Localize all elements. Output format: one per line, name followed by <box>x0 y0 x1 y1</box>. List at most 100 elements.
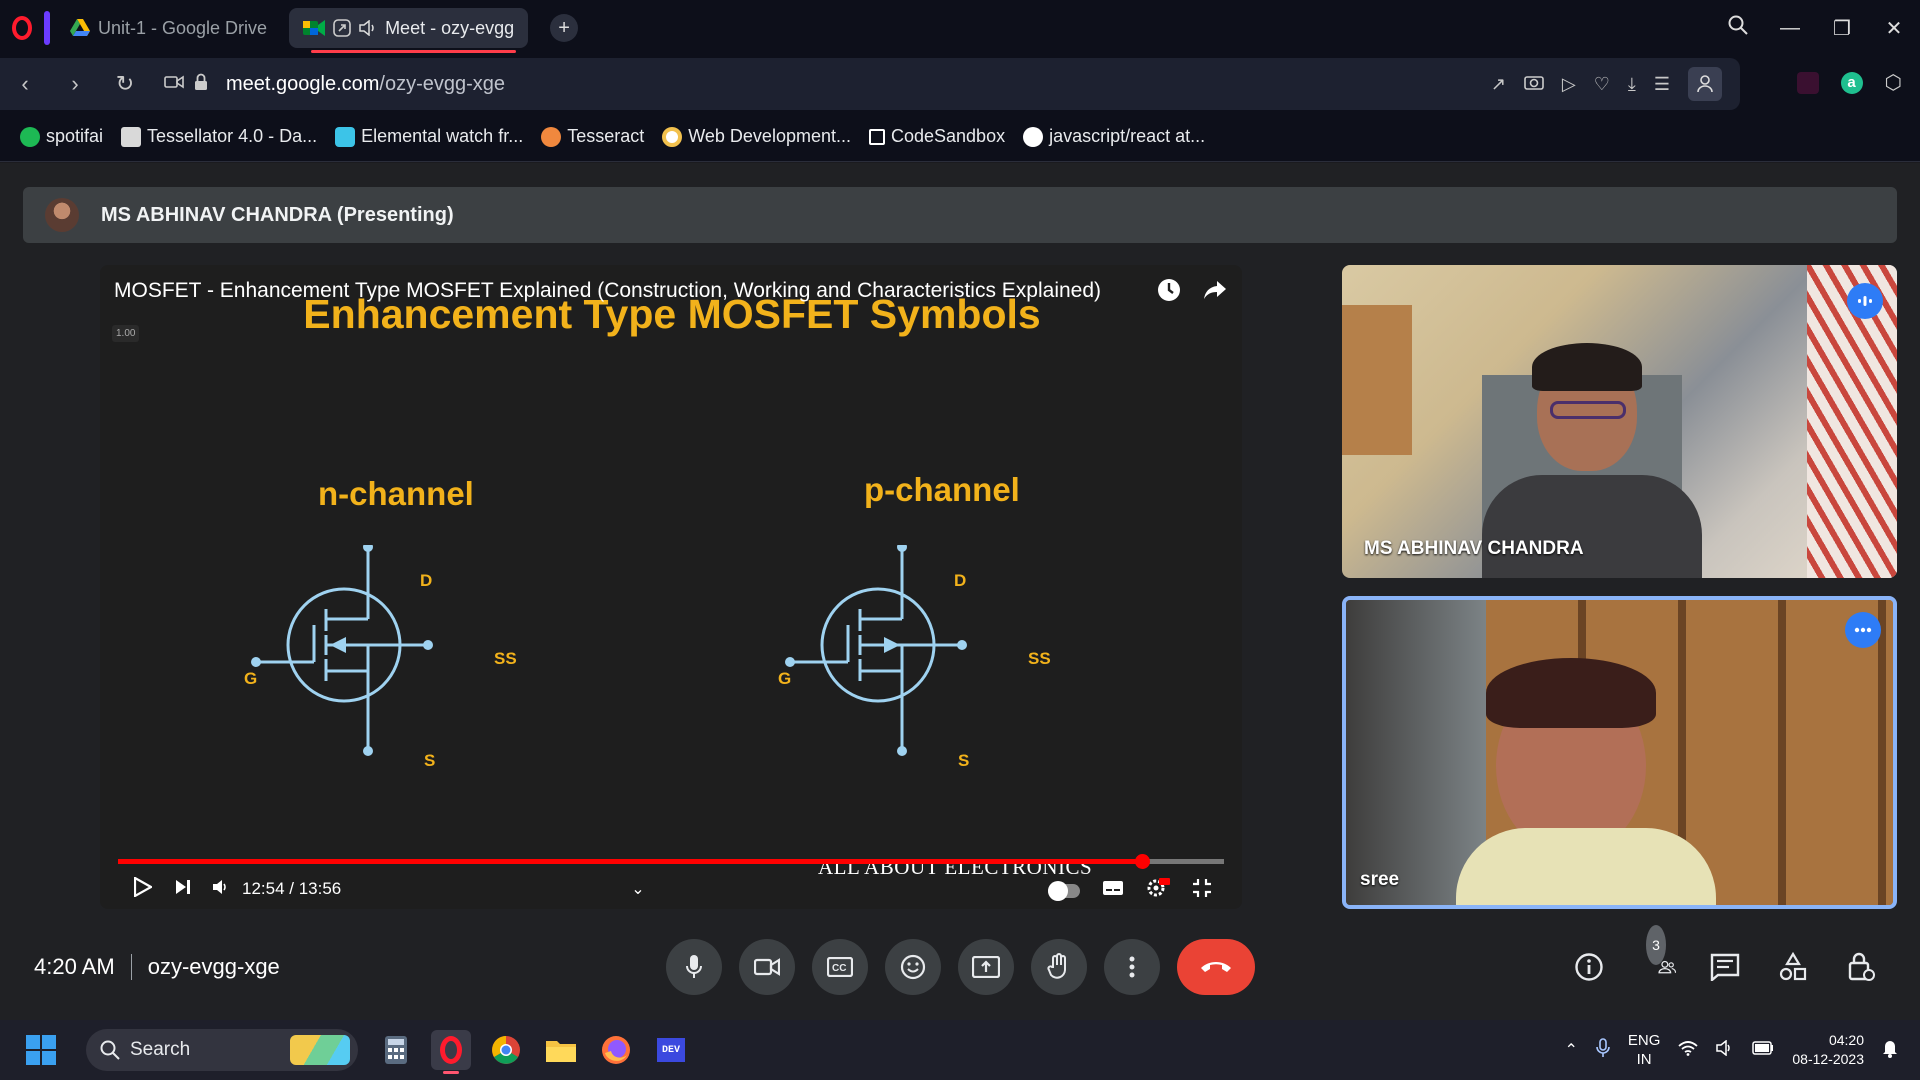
bookmark-codesandbox[interactable]: CodeSandbox <box>868 126 1005 147</box>
chat-icon[interactable] <box>1706 947 1744 987</box>
extension-a-icon[interactable]: a <box>1840 71 1863 94</box>
video-title[interactable]: MOSFET - Enhancement Type MOSFET Explain… <box>114 279 1101 303</box>
end-call-icon <box>1201 962 1231 972</box>
tab-label: Unit-1 - Google Drive <box>98 17 268 38</box>
picture-in-picture-icon[interactable] <box>333 19 351 37</box>
meeting-details-icon[interactable] <box>1570 947 1608 987</box>
people-icon[interactable]: 3 <box>1638 925 1676 987</box>
firefox-app-icon[interactable] <box>596 1030 636 1070</box>
easy-setup-icon[interactable]: ☰ <box>1654 74 1670 95</box>
camera-button[interactable] <box>739 939 795 995</box>
volume-icon[interactable] <box>212 879 230 900</box>
meeting-code: ozy-evgg-xge <box>147 954 280 979</box>
chevron-down-icon[interactable]: ⌄ <box>631 879 644 899</box>
reload-icon[interactable]: ↻ <box>100 71 150 97</box>
calculator-app-icon[interactable] <box>376 1030 416 1070</box>
extension-dark-icon[interactable] <box>1796 71 1819 94</box>
minimize-icon[interactable]: — <box>1764 17 1816 40</box>
taskbar-time: 04:20 <box>1828 1032 1864 1048</box>
next-video-icon[interactable] <box>174 878 192 901</box>
new-tab-button[interactable]: + <box>550 14 579 42</box>
bookmark-tessellator[interactable]: Tessellator 4.0 - Da... <box>121 126 317 147</box>
taskbar-clock[interactable]: 04:20 08-12-2023 <box>1792 1031 1864 1069</box>
volume-tray-icon[interactable] <box>1716 1039 1734 1060</box>
avatar <box>45 198 79 232</box>
tab-google-meet[interactable]: Meet - ozy-evgg <box>289 8 529 53</box>
more-options-icon[interactable] <box>1845 612 1881 648</box>
chevron-up-icon[interactable]: ⌃ <box>1564 1040 1577 1060</box>
bookmark-spotifai[interactable]: spotifai <box>20 126 103 147</box>
person-shirt <box>1456 828 1716 905</box>
profile-icon[interactable] <box>1688 67 1722 101</box>
opera-logo-icon[interactable] <box>0 0 44 56</box>
p-source-label: S <box>958 751 970 770</box>
extensions-cube-icon[interactable]: ⬡ <box>1885 70 1902 95</box>
watch-later-icon[interactable] <box>1156 277 1182 308</box>
tab-google-drive[interactable]: Unit-1 - Google Drive <box>56 8 281 48</box>
video-progress-bar[interactable] <box>118 854 1224 869</box>
restore-icon[interactable]: ❐ <box>1816 16 1868 41</box>
raise-hand-button[interactable] <box>1031 939 1087 995</box>
url-field[interactable]: meet.google.com/ozy-evgg-xge <box>226 73 505 96</box>
download-icon[interactable]: ⤓ <box>1628 74 1636 95</box>
subtitles-icon[interactable] <box>1102 880 1124 901</box>
tab-search-icon[interactable] <box>1712 15 1764 41</box>
address-bar-row: ‹ › ↻ meet.google.com/ozy-evgg-xge ↗ ▷ ♡… <box>0 56 1920 112</box>
activities-icon[interactable] <box>1774 947 1812 987</box>
microphone-button[interactable] <box>666 939 722 995</box>
google-drive-icon <box>70 19 90 37</box>
bookmark-label: Tesseract <box>567 126 645 146</box>
language-indicator[interactable]: ENG IN <box>1628 1031 1661 1069</box>
shared-screen-video[interactable]: Enhancement Type MOSFET Symbols MOSFET -… <box>100 265 1242 909</box>
wifi-icon[interactable] <box>1678 1040 1698 1060</box>
camera-permission-icon[interactable] <box>164 74 184 95</box>
settings-gear-icon[interactable] <box>1146 877 1170 904</box>
reactions-button[interactable] <box>885 939 941 995</box>
progress-scrubber[interactable] <box>1135 854 1151 869</box>
notifications-bell-icon[interactable] <box>1882 1038 1898 1062</box>
microphone-tray-icon[interactable] <box>1596 1038 1610 1062</box>
bookmark-elemental[interactable]: Elemental watch fr... <box>335 126 523 147</box>
bookmarks-bar: spotifai Tessellator 4.0 - Da... Element… <box>0 112 1920 162</box>
snapshot-icon[interactable] <box>1524 74 1544 95</box>
bookmark-tesseract[interactable]: Tesseract <box>541 126 644 147</box>
extensions-area: a ⬡ <box>1796 70 1902 95</box>
share-icon[interactable]: ↗ <box>1491 74 1506 95</box>
speaker-icon[interactable] <box>359 20 377 36</box>
chrome-app-icon[interactable] <box>486 1030 526 1070</box>
windows-start-icon[interactable] <box>26 1035 56 1065</box>
dev-app-icon[interactable]: DEV <box>651 1030 691 1070</box>
bookmark-web-development[interactable]: Web Development... <box>662 126 851 147</box>
more-options-button[interactable] <box>1104 939 1160 995</box>
play-icon[interactable] <box>133 875 154 902</box>
glasses-shape <box>1550 401 1626 419</box>
forward-icon[interactable]: › <box>50 71 100 97</box>
leave-call-button[interactable] <box>1177 939 1255 995</box>
bookmark-label: javascript/react at... <box>1049 126 1206 146</box>
share-arrow-icon[interactable] <box>1202 277 1228 308</box>
heart-icon[interactable]: ♡ <box>1594 74 1610 95</box>
taskbar-search[interactable]: Search <box>86 1029 358 1071</box>
participant-name: sree <box>1360 869 1400 890</box>
close-window-icon[interactable]: ✕ <box>1868 16 1920 41</box>
captions-button[interactable]: CC <box>812 939 868 995</box>
present-icon <box>972 956 1000 978</box>
participant-tile-sree[interactable]: sree <box>1342 596 1897 909</box>
participant-name: MS ABHINAV CHANDRA <box>1364 538 1584 559</box>
opera-app-icon[interactable] <box>431 1030 471 1074</box>
n-gate-label: G <box>244 669 258 688</box>
participant-tile-abhinav[interactable]: MS ABHINAV CHANDRA <box>1342 265 1897 578</box>
file-explorer-icon[interactable] <box>541 1030 581 1070</box>
p-substrate-label: SS <box>1028 649 1051 668</box>
back-icon[interactable]: ‹ <box>0 71 50 97</box>
host-controls-icon[interactable] <box>1842 947 1880 987</box>
send-icon[interactable]: ▷ <box>1562 74 1576 95</box>
video-controls: 12:54 / 13:56 ⌄ <box>100 869 1242 909</box>
battery-icon[interactable] <box>1752 1041 1774 1059</box>
lock-icon[interactable] <box>194 73 208 96</box>
bookmark-github[interactable]: javascript/react at... <box>1023 126 1205 147</box>
tesseract-icon <box>541 126 562 147</box>
exit-fullscreen-icon[interactable] <box>1192 878 1212 903</box>
present-screen-button[interactable] <box>958 939 1014 995</box>
autoplay-toggle[interactable] <box>1048 880 1080 901</box>
